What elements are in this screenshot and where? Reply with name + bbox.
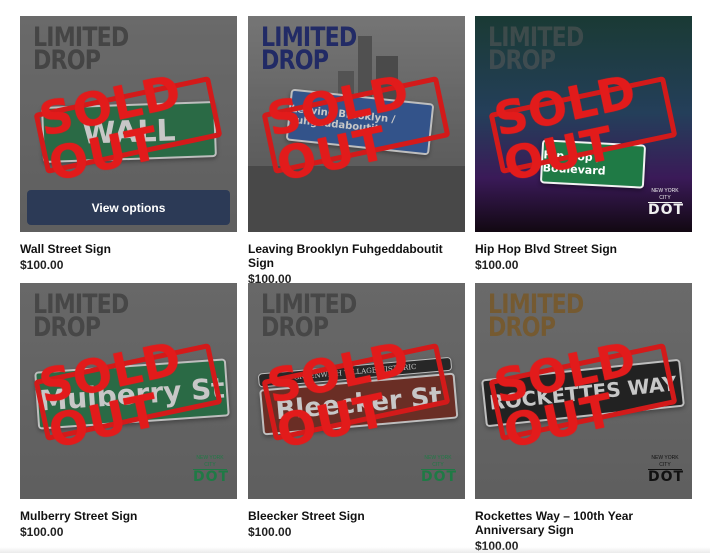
product-price: $100.00 [475,258,519,272]
product-image[interactable]: ROCKETTES WAY LIMITED DROP SOLD OUT NEW Y… [475,283,692,499]
product-name[interactable]: Mulberry Street Sign [20,509,237,523]
product-card[interactable]: Mulberry St LIMITED DROP SOLD OUT NEW YOR… [20,283,237,539]
product-card[interactable]: GREENWICH VILLAGE HISTORIC Bleecker St L… [248,283,465,539]
product-price: $100.00 [20,258,64,272]
product-price: $100.00 [248,525,292,539]
product-card[interactable]: ROCKETTES WAY LIMITED DROP SOLD OUT NEW Y… [475,283,692,553]
limited-drop-label: LIMITED DROP [33,22,129,76]
product-name[interactable]: Bleecker Street Sign [248,509,465,523]
nyc-dot-logo: NEW YORK CITY DOT [648,188,685,218]
product-image[interactable]: Hip Hop / Boulevard LIMITED DROP SOLD OUT… [475,16,692,232]
product-image[interactable]: WALL LIMITED DROP SOLD OUT View options [20,16,237,232]
limited-drop-label: LIMITED DROP [261,289,357,343]
nyc-dot-logo: NEW YORK CITY DOT [648,455,685,485]
limited-drop-label: LIMITED DROP [33,289,129,343]
product-name[interactable]: Leaving Brooklyn Fuhgeddaboutit Sign [248,242,465,270]
limited-drop-label: LIMITED DROP [261,22,357,76]
limited-drop-label: LIMITED DROP [488,289,584,343]
nyc-dot-logo: NEW YORK CITY DOT [421,455,458,485]
product-name[interactable]: Wall Street Sign [20,242,237,256]
product-card[interactable]: Hip Hop / Boulevard LIMITED DROP SOLD OUT… [475,16,692,272]
product-card[interactable]: Leaving Brooklyn / Fuhgeddaboutit LIMITE… [248,16,465,286]
limited-drop-label: LIMITED DROP [488,22,584,76]
nyc-dot-logo: NEW YORK CITY DOT [193,455,230,485]
product-image[interactable]: GREENWICH VILLAGE HISTORIC Bleecker St L… [248,283,465,499]
product-name[interactable]: Hip Hop Blvd Street Sign [475,242,692,256]
view-options-button[interactable]: View options [27,190,230,225]
product-price: $100.00 [20,525,64,539]
product-image[interactable]: Leaving Brooklyn / Fuhgeddaboutit LIMITE… [248,16,465,232]
product-name[interactable]: Rockettes Way – 100th Year Anniversary S… [475,509,692,537]
product-image[interactable]: Mulberry St LIMITED DROP SOLD OUT NEW YOR… [20,283,237,499]
bottom-fade [0,547,710,553]
product-card[interactable]: WALL LIMITED DROP SOLD OUT View options W… [20,16,237,272]
